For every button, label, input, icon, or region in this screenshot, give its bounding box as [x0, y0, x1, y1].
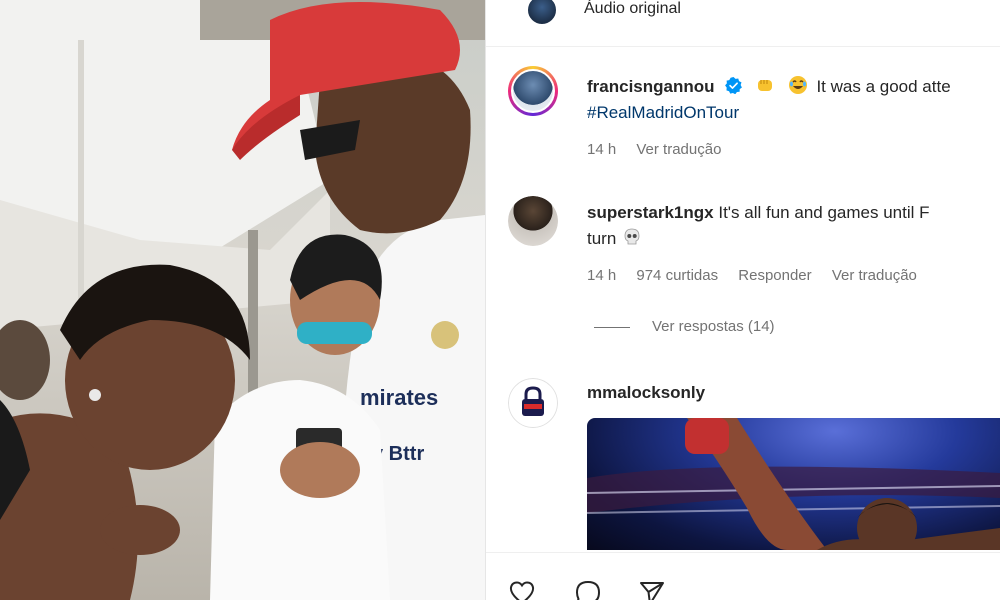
comments-panel: Áudio original francisngannou It was a g… — [486, 0, 1000, 600]
audio-avatar — [526, 0, 558, 26]
fist-emoji-icon — [757, 80, 772, 91]
replies-line — [594, 326, 630, 328]
post-photo: mirates y Bttr — [0, 0, 485, 600]
comment-media[interactable] — [587, 418, 1000, 550]
laughing-emoji-icon — [788, 76, 807, 94]
comment-username[interactable]: francisngannou — [587, 77, 715, 96]
avatar[interactable] — [508, 66, 558, 116]
lock-logo-icon — [522, 386, 544, 416]
likes-count[interactable]: 974 curtidas — [636, 267, 718, 284]
avatar-image — [511, 69, 555, 113]
media-illustration — [587, 418, 1000, 550]
comment-body: It was a good atte — [816, 77, 951, 96]
comment-text: francisngannou It was a good atte #RealM… — [587, 74, 951, 126]
audio-label[interactable]: Áudio original — [584, 0, 681, 18]
skull-emoji-icon — [624, 228, 640, 245]
comment-username[interactable]: superstark1ngx — [587, 203, 714, 222]
comment-time: 14 h — [587, 141, 617, 158]
send-icon[interactable] — [638, 579, 666, 600]
translate-button[interactable]: Ver tradução — [832, 267, 917, 284]
reply-button[interactable]: Responder — [738, 267, 811, 284]
svg-text:mirates: mirates — [360, 385, 438, 410]
heart-icon[interactable] — [508, 579, 536, 600]
view-replies-button[interactable]: Ver respostas (14) — [594, 318, 775, 335]
hashtag-link[interactable]: #RealMadridOnTour — [587, 103, 739, 122]
view-replies-label: Ver respostas (14) — [652, 318, 775, 335]
action-bar — [486, 552, 1000, 600]
comment-meta: 14 h 974 curtidas Responder Ver tradução — [587, 267, 933, 284]
avatar-image — [508, 196, 558, 246]
comment-username[interactable]: mmalocksonly — [587, 383, 705, 402]
comment-time: 14 h — [587, 267, 617, 284]
comment-body: It's all fun and games until F — [718, 203, 930, 222]
comment-meta: 14 h Ver tradução — [587, 141, 737, 158]
comment-text: mmalocksonly — [587, 380, 705, 406]
separator — [486, 46, 1000, 47]
comment-text: superstark1ngx It's all fun and games un… — [587, 200, 930, 252]
avatar-image — [508, 378, 558, 428]
audio-row[interactable]: Áudio original — [486, 0, 1000, 46]
comment-icon[interactable] — [574, 579, 602, 600]
translate-button[interactable]: Ver tradução — [636, 141, 721, 158]
verified-badge-icon — [725, 77, 743, 94]
avatar[interactable] — [508, 378, 558, 428]
photo-illustration: mirates y Bttr — [0, 0, 485, 600]
avatar[interactable] — [508, 196, 558, 246]
comment-body-line2: turn — [587, 229, 617, 248]
